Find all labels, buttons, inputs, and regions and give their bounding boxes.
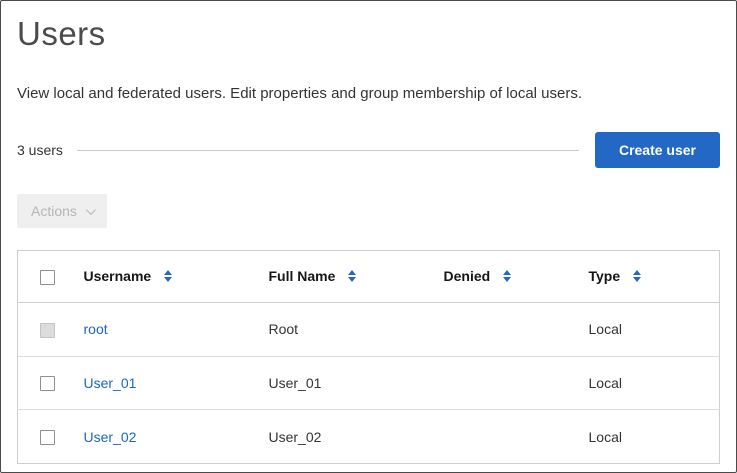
header-checkbox-cell bbox=[17, 250, 74, 303]
cell-type: Local bbox=[578, 409, 720, 465]
column-label-denied: Denied bbox=[443, 268, 491, 285]
row-checkbox bbox=[40, 322, 55, 338]
table-row: root Root Local bbox=[17, 302, 720, 357]
chevron-down-icon bbox=[85, 204, 96, 215]
cell-denied bbox=[433, 409, 579, 465]
cell-denied bbox=[433, 302, 579, 357]
cell-username: User_01 bbox=[73, 356, 259, 411]
user-count: 3 users bbox=[17, 142, 63, 158]
column-header-username[interactable]: Username bbox=[73, 250, 259, 303]
username-link[interactable]: User_01 bbox=[84, 375, 137, 391]
cell-type: Local bbox=[578, 302, 720, 357]
sort-icon[interactable] bbox=[164, 270, 173, 283]
cell-username: User_02 bbox=[73, 409, 259, 465]
sort-icon[interactable] bbox=[633, 270, 642, 283]
create-user-button[interactable]: Create user bbox=[594, 132, 720, 168]
username-link[interactable]: root bbox=[84, 321, 108, 337]
cell-type: Local bbox=[578, 356, 720, 411]
column-label-fullname: Full Name bbox=[268, 268, 336, 285]
cell-fullname: User_01 bbox=[258, 356, 434, 411]
select-all-checkbox[interactable] bbox=[40, 269, 55, 285]
cell-username: root bbox=[73, 302, 259, 357]
users-page: Users View local and federated users. Ed… bbox=[0, 0, 737, 473]
cell-fullname: Root bbox=[258, 302, 434, 357]
actions-button-label: Actions bbox=[31, 203, 77, 219]
table-row: User_02 User_02 Local bbox=[17, 409, 720, 465]
count-row: 3 users Create user bbox=[17, 132, 720, 168]
column-label-username: Username bbox=[83, 268, 152, 285]
sort-icon[interactable] bbox=[503, 270, 512, 283]
table-header-row: Username Full Name Denied Type bbox=[17, 250, 720, 303]
column-header-fullname[interactable]: Full Name bbox=[258, 250, 434, 303]
row-checkbox-cell bbox=[17, 302, 74, 357]
divider bbox=[76, 149, 579, 151]
row-checkbox[interactable] bbox=[40, 430, 55, 446]
page-description: View local and federated users. Edit pro… bbox=[17, 85, 583, 102]
sort-icon[interactable] bbox=[348, 270, 357, 283]
users-table: Username Full Name Denied Type root Root… bbox=[17, 250, 720, 465]
column-header-type[interactable]: Type bbox=[578, 250, 720, 303]
page-title: Users bbox=[17, 15, 106, 52]
column-label-type: Type bbox=[588, 268, 621, 285]
row-checkbox-cell bbox=[17, 356, 74, 411]
cell-denied bbox=[433, 356, 579, 411]
column-header-denied[interactable]: Denied bbox=[433, 250, 579, 303]
table-row: User_01 User_01 Local bbox=[17, 356, 720, 411]
cell-fullname: User_02 bbox=[258, 409, 434, 465]
row-checkbox-cell bbox=[17, 409, 74, 465]
actions-button[interactable]: Actions bbox=[17, 194, 107, 228]
username-link[interactable]: User_02 bbox=[84, 429, 137, 445]
row-checkbox[interactable] bbox=[40, 376, 55, 392]
